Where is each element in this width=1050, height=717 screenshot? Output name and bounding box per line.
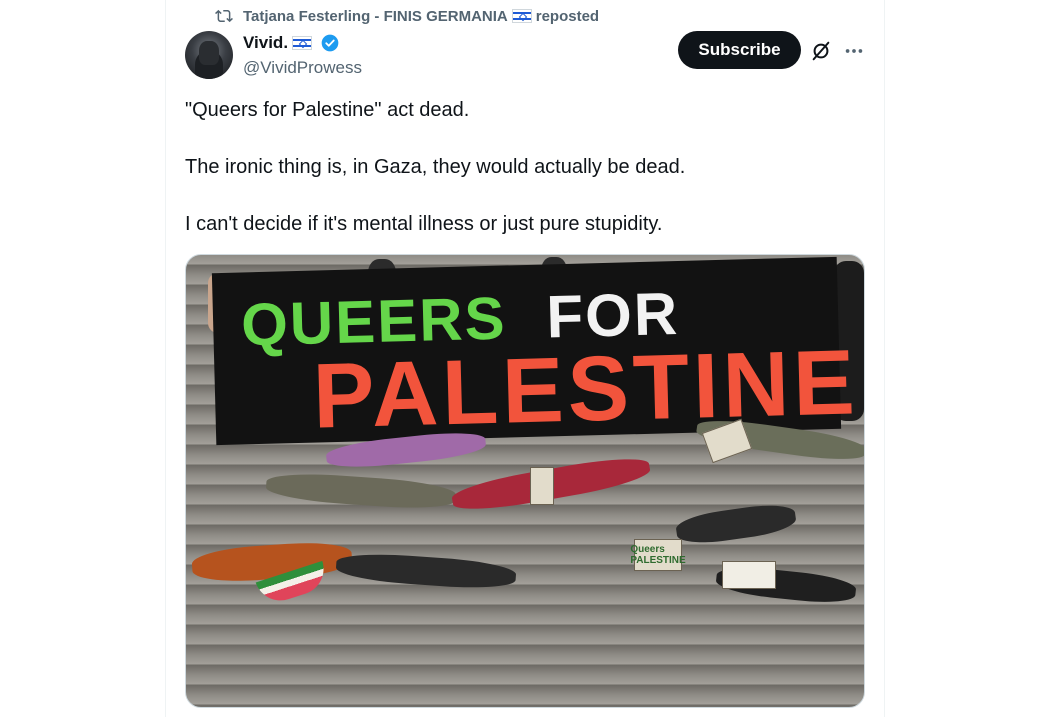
- israel-flag-icon: [292, 36, 313, 50]
- lying-person: [265, 470, 457, 512]
- repost-context[interactable]: Tatjana Festerling - FINIS GERMANIA repo…: [215, 6, 599, 26]
- column-border-left: [165, 0, 166, 717]
- tweet-text-line-2: The ironic thing is, in Gaza, they would…: [185, 156, 686, 178]
- author-name[interactable]: Vivid.: [243, 33, 288, 53]
- lying-person: [674, 500, 798, 548]
- repost-action: reposted: [535, 7, 600, 25]
- tweet-text-line-1: "Queers for Palestine" act dead.: [185, 99, 470, 121]
- verified-badge-icon: [321, 34, 339, 52]
- tweet-text-line-3: I can't decide if it's mental illness or…: [185, 213, 663, 235]
- protest-sign: [722, 561, 776, 589]
- avatar[interactable]: [185, 31, 233, 79]
- tweet-image[interactable]: QUEERS FOR PALESTINE Queers PALESTINE: [185, 254, 865, 708]
- author-handle[interactable]: @VividProwess: [243, 58, 362, 78]
- more-options-icon[interactable]: [843, 40, 865, 62]
- lying-person: [335, 550, 517, 592]
- repost-icon: [215, 9, 233, 23]
- protest-sign: [530, 467, 554, 505]
- author-name-row[interactable]: Vivid.: [243, 33, 340, 53]
- israel-flag-icon: [511, 9, 532, 23]
- protest-banner: QUEERS FOR PALESTINE: [211, 256, 860, 448]
- protest-sign: Queers PALESTINE: [630, 539, 686, 571]
- column-border-right: [884, 0, 885, 717]
- subscribe-button[interactable]: Subscribe: [678, 31, 801, 69]
- grok-icon[interactable]: [810, 40, 832, 62]
- repost-user[interactable]: Tatjana Festerling - FINIS GERMANIA: [243, 8, 508, 25]
